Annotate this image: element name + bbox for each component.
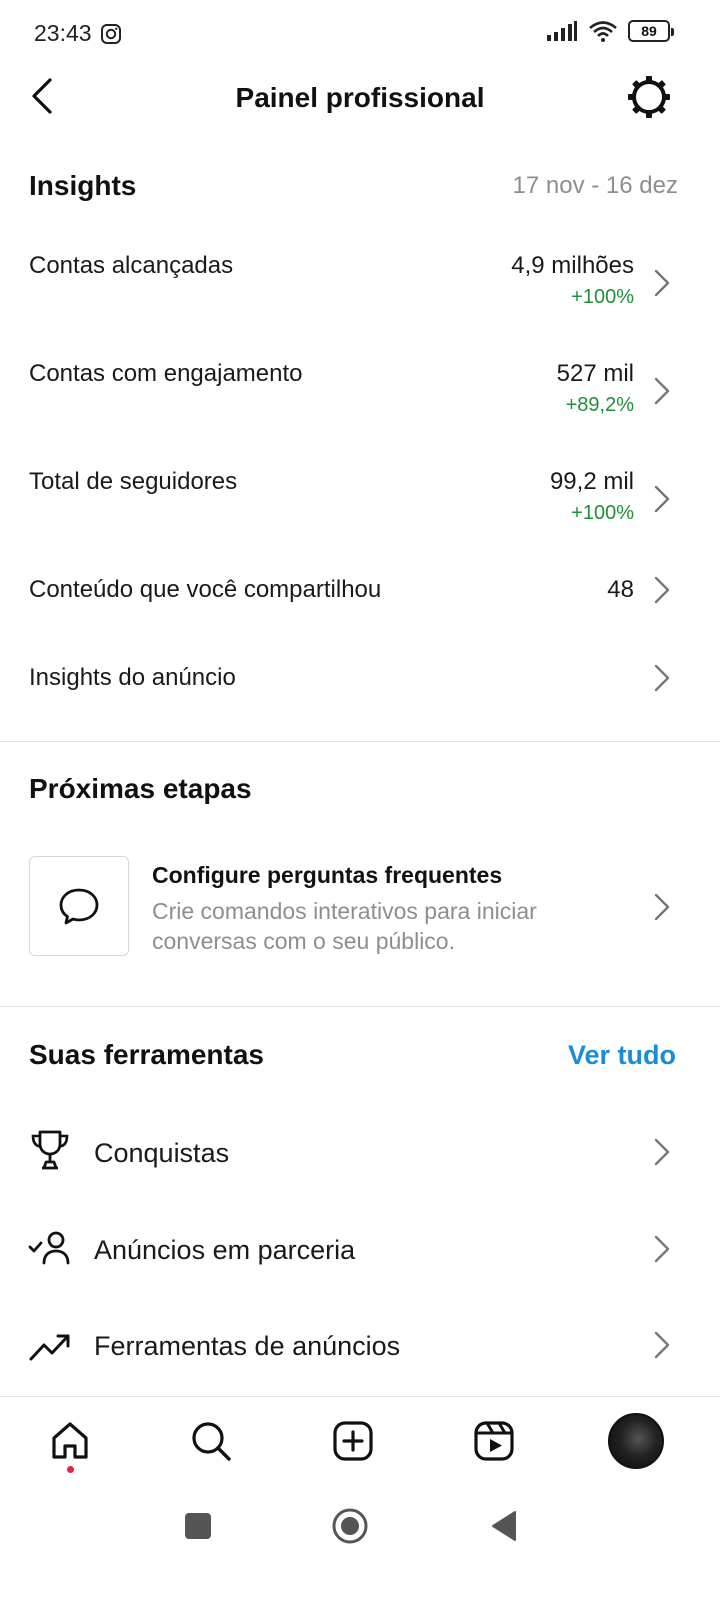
insight-value: 4,9 milhões [511, 252, 634, 279]
date-range[interactable]: 17 nov - 16 dez [513, 172, 678, 200]
divider [0, 1006, 720, 1007]
reels-icon[interactable] [470, 1417, 518, 1465]
tool-item-ad-tools[interactable]: Ferramentas de anúncios [0, 1311, 720, 1381]
status-time: 23:43 [34, 20, 92, 46]
status-icons: 89 [546, 20, 674, 42]
recents-button[interactable] [185, 1513, 211, 1539]
home-icon[interactable] [46, 1417, 94, 1465]
insight-value: 99,2 mil [549, 468, 634, 495]
gear-icon[interactable] [626, 74, 672, 120]
notification-dot [67, 1466, 74, 1473]
chevron-right-icon [654, 1235, 670, 1263]
status-time-group: 23:43 [34, 20, 122, 47]
step-description: Crie comandos interativos para iniciar c… [152, 898, 537, 954]
home-button[interactable] [331, 1507, 369, 1545]
insight-value: 48 [607, 576, 634, 603]
insight-label: Total de seguidores [29, 468, 238, 495]
signal-icon [547, 21, 577, 41]
status-bar: 23:43 89 [0, 0, 720, 70]
trending-up-icon [29, 1334, 70, 1361]
system-nav [0, 1496, 720, 1600]
insight-row-ads[interactable]: Insights do anúncio [0, 662, 720, 712]
chat-bubble-icon [59, 888, 99, 925]
chevron-right-icon [654, 576, 670, 604]
step-title: Configure perguntas frequentes [152, 862, 503, 888]
tool-item-achievements[interactable]: Conquistas [0, 1118, 720, 1188]
insight-row-engaged[interactable]: Contas com engajamento 527 mil +89,2% [0, 358, 720, 438]
insight-delta: +100% [571, 286, 634, 308]
insight-label: Insights do anúncio [29, 664, 236, 691]
next-steps-title: Próximas etapas [29, 773, 252, 804]
tool-label: Conquistas [94, 1138, 230, 1168]
partner-user-check-icon [28, 1231, 70, 1265]
search-icon[interactable] [187, 1417, 235, 1465]
insight-delta: +100% [571, 502, 634, 524]
chevron-right-icon [654, 377, 670, 405]
tool-item-partnership-ads[interactable]: Anúncios em parceria [0, 1215, 720, 1285]
insight-row-followers[interactable]: Total de seguidores 99,2 mil +100% [0, 466, 720, 546]
insight-row-reached[interactable]: Contas alcançadas 4,9 milhões +100% [0, 250, 720, 330]
see-all-link[interactable]: Ver tudo [568, 1040, 676, 1071]
insight-value: 527 mil [556, 360, 634, 387]
wifi-icon [589, 21, 617, 42]
insight-delta: +89,2% [565, 394, 634, 416]
chevron-right-icon [654, 1138, 670, 1166]
tool-label: Ferramentas de anúncios [94, 1331, 401, 1361]
page-title: Painel profissional [235, 82, 485, 113]
tools-title: Suas ferramentas [29, 1039, 265, 1070]
create-icon[interactable] [329, 1417, 377, 1465]
insight-label: Conteúdo que você compartilhou [29, 576, 382, 603]
chevron-right-icon [654, 893, 670, 921]
step-icon-box [29, 856, 129, 956]
battery-icon: 89 [628, 20, 674, 42]
trophy-icon [31, 1130, 69, 1170]
back-button[interactable] [489, 1509, 519, 1543]
insight-label: Contas alcançadas [29, 252, 234, 279]
chevron-right-icon [654, 485, 670, 513]
header: Painel profissional [0, 62, 720, 132]
tool-label: Anúncios em parceria [94, 1235, 356, 1265]
profile-avatar[interactable] [608, 1413, 664, 1469]
chevron-right-icon [654, 1331, 670, 1359]
insights-title: Insights [29, 170, 137, 201]
instagram-icon [100, 23, 121, 44]
battery-level: 89 [641, 23, 657, 39]
chevron-right-icon [654, 269, 670, 297]
chevron-right-icon [654, 664, 670, 692]
insight-label: Contas com engajamento [29, 360, 303, 387]
insight-row-content[interactable]: Conteúdo que você compartilhou 48 [0, 574, 720, 624]
divider [0, 741, 720, 742]
